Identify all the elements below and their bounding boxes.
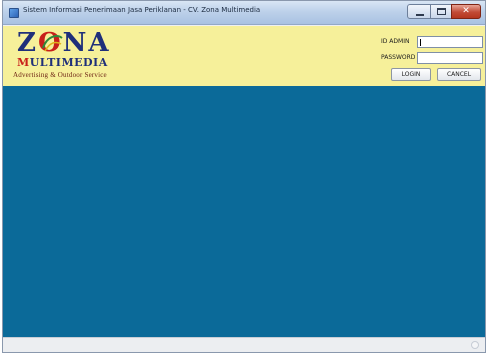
maximize-icon [437,8,446,15]
close-icon: ✕ [462,6,470,16]
logo-letter-z: Z [17,28,38,58]
password-label: PASSWORD [381,54,416,61]
resize-grip-icon[interactable] [471,341,479,349]
text-caret [420,39,421,46]
app-icon [9,8,19,18]
app-window: Sistem Informasi Penerimaan Jasa Perikla… [2,0,486,353]
window-title: Sistem Informasi Penerimaan Jasa Perikla… [23,6,261,14]
login-form: ID ADMIN PASSWORD LOGIN CANCEL [373,34,485,84]
title-bar[interactable]: Sistem Informasi Penerimaan Jasa Perikla… [3,1,485,25]
logo-tagline: Advertising & Outdoor Service [13,71,107,79]
status-bar [3,337,485,352]
close-button[interactable]: ✕ [451,4,481,19]
id-admin-label: ID ADMIN [381,38,410,45]
logo-letter-m: M [17,56,30,69]
minimize-icon [416,14,424,16]
maximize-button[interactable] [430,4,452,19]
minimize-button[interactable] [407,4,431,19]
header-panel: ZONA MULTIMEDIA Advertising & Outdoor Se… [3,26,485,86]
logo-subtitle-rest: ULTIMEDIA [29,56,108,69]
main-content-panel [3,86,485,337]
logo-swoosh-icon [42,35,63,52]
logo-brand: ZONA [17,28,111,58]
logo-subtitle: MULTIMEDIA [17,56,108,69]
company-logo: ZONA MULTIMEDIA Advertising & Outdoor Se… [11,28,111,84]
logo-letters-na: NA [62,28,111,58]
password-input[interactable] [417,52,483,64]
login-button[interactable]: LOGIN [391,68,431,81]
id-admin-input[interactable] [417,36,483,48]
cancel-button[interactable]: CANCEL [437,68,481,81]
